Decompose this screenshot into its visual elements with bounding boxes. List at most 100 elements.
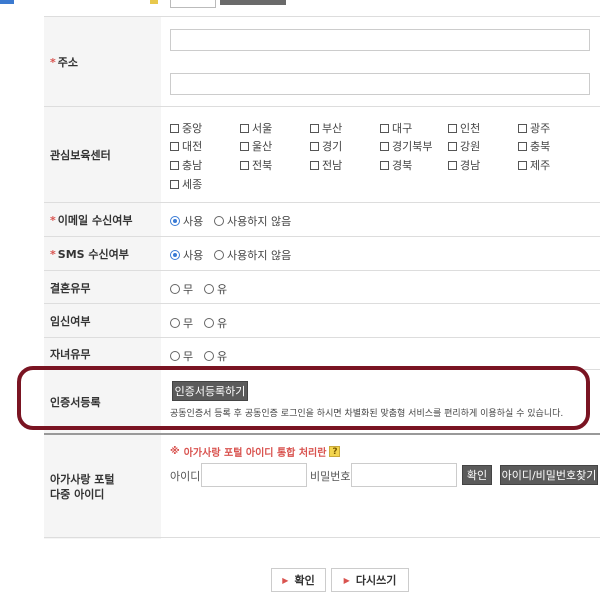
center-checkbox[interactable]: 충남 (170, 157, 202, 173)
checkbox-icon (448, 141, 457, 151)
portal-id-input[interactable] (201, 463, 307, 487)
center-checkbox-label: 충북 (530, 140, 551, 153)
help-icon[interactable]: ? (329, 446, 341, 457)
checkbox-icon (240, 160, 249, 170)
checkbox-icon (170, 160, 179, 170)
center-checkbox[interactable]: 중앙 (170, 120, 202, 136)
center-checkbox[interactable]: 세종 (170, 176, 202, 192)
center-checkbox[interactable]: 부산 (310, 120, 342, 136)
top-partial-button[interactable] (220, 0, 286, 5)
center-checkbox[interactable]: 대구 (380, 120, 412, 136)
center-checkbox-label: 강원 (460, 140, 481, 153)
center-checkbox-label: 제주 (530, 159, 551, 172)
portal-notice: ※ 아가사랑 포털 아이디 통합 처리란 ? (170, 444, 341, 459)
radio-unselected-icon (170, 318, 180, 328)
sms-radio-yes[interactable]: 사용 (170, 247, 203, 263)
checkbox-icon (380, 123, 389, 133)
center-checkbox-label: 경기 (322, 140, 343, 153)
required-mark: * (50, 213, 56, 227)
center-checkbox[interactable]: 충북 (518, 138, 550, 154)
center-checkbox[interactable]: 울산 (240, 138, 272, 154)
center-checkbox-label: 경기북부 (392, 140, 433, 153)
arrow-right-icon: ▶ (343, 575, 350, 585)
checkbox-icon (310, 123, 319, 133)
center-checkbox[interactable]: 전북 (240, 157, 272, 173)
marriage-label: 결혼유무 (44, 271, 161, 304)
center-checkbox[interactable]: 제주 (518, 157, 550, 173)
address-input-2[interactable] (170, 73, 590, 95)
portal-label: 아가사랑 포털 다중 아이디 (44, 435, 161, 539)
email-radio-yes[interactable]: 사용 (170, 213, 203, 229)
center-checkbox[interactable]: 경남 (448, 157, 480, 173)
pregnancy-radio-no-label: 무 (183, 317, 194, 330)
marriage-radio-no[interactable]: 무 (170, 281, 193, 297)
center-checkbox[interactable]: 전남 (310, 157, 342, 173)
rewrite-button[interactable]: ▶ 다시쓰기 (331, 568, 409, 592)
pregnancy-radio-no[interactable]: 무 (170, 315, 193, 331)
centers-label: 관심보육센터 (44, 107, 161, 203)
center-checkbox[interactable]: 인천 (448, 120, 480, 136)
required-mark: * (50, 247, 56, 261)
portal-id-label: 아이디 (170, 470, 201, 483)
checkbox-icon (518, 160, 527, 170)
center-checkbox-label: 경남 (460, 159, 481, 172)
portal-pw-label: 비밀번호 (310, 470, 351, 483)
portal-find-button[interactable]: 아이디/비밀번호찾기 (500, 465, 598, 485)
center-checkbox[interactable]: 경기 (310, 138, 342, 154)
notice-mark-icon: ※ (170, 446, 180, 457)
center-checkbox-label: 광주 (530, 122, 551, 135)
address-input-1[interactable] (170, 29, 590, 51)
children-radio-yes-label: 유 (217, 350, 228, 363)
marriage-row: 결혼유무 무 유 (44, 270, 600, 304)
checkbox-icon (380, 160, 389, 170)
children-radio-yes[interactable]: 유 (204, 348, 227, 364)
portal-label-line2: 다중 아이디 (50, 488, 105, 501)
center-checkbox-label: 세종 (182, 178, 203, 191)
center-checkbox[interactable]: 경기북부 (380, 138, 432, 154)
center-checkbox[interactable]: 경북 (380, 157, 412, 173)
center-checkbox[interactable]: 광주 (518, 120, 550, 136)
email-radio-no[interactable]: 사용하지 않음 (214, 213, 291, 229)
sms-label: * SMS 수신여부 (44, 237, 161, 271)
center-checkbox-label: 전북 (252, 159, 273, 172)
portal-notice-text: 아가사랑 포털 아이디 통합 처리란 (183, 448, 327, 459)
pregnancy-row: 임신여부 무 유 (44, 303, 600, 338)
rewrite-button-label: 다시쓰기 (355, 574, 397, 587)
center-checkbox-label: 중앙 (182, 122, 203, 135)
portal-label-line1: 아가사랑 포털 (50, 473, 115, 486)
marriage-radio-yes[interactable]: 유 (204, 281, 227, 297)
radio-unselected-icon (170, 351, 180, 361)
checkbox-icon (170, 141, 179, 151)
checkbox-icon (380, 141, 389, 151)
checkbox-icon (170, 123, 179, 133)
portal-confirm-button[interactable]: 확인 (462, 465, 492, 485)
center-checkbox[interactable]: 강원 (448, 138, 480, 154)
address-row: * 주소 (44, 16, 600, 107)
pregnancy-radio-yes[interactable]: 유 (204, 315, 227, 331)
checkbox-icon (240, 123, 249, 133)
portal-row: 아가사랑 포털 다중 아이디 ※ 아가사랑 포털 아이디 통합 처리란 ? 아이… (44, 433, 600, 539)
checkbox-icon (170, 179, 179, 189)
sms-radio-no[interactable]: 사용하지 않음 (214, 247, 291, 263)
marriage-radio-no-label: 무 (183, 283, 194, 296)
center-checkbox[interactable]: 대전 (170, 138, 202, 154)
top-partial-input[interactable] (170, 0, 216, 8)
marriage-radio-yes-label: 유 (217, 283, 228, 296)
center-checkbox[interactable]: 서울 (240, 120, 272, 136)
pregnancy-label: 임신여부 (44, 304, 161, 338)
sms-label-text: SMS 수신여부 (57, 248, 129, 261)
checkbox-icon (310, 160, 319, 170)
center-checkbox-label: 부산 (322, 122, 343, 135)
checkbox-icon (310, 141, 319, 151)
checkbox-icon (518, 123, 527, 133)
confirm-button[interactable]: ▶ 확인 (271, 568, 326, 592)
highlight-annotation (17, 366, 590, 430)
radio-selected-icon (170, 216, 180, 226)
email-label: * 이메일 수신여부 (44, 203, 161, 237)
portal-pw-input[interactable] (351, 463, 457, 487)
form-bottom-border (44, 537, 600, 538)
address-label-text: 주소 (57, 56, 79, 69)
children-radio-no[interactable]: 무 (170, 348, 193, 364)
center-checkbox-label: 울산 (252, 140, 273, 153)
radio-unselected-icon (214, 216, 224, 226)
